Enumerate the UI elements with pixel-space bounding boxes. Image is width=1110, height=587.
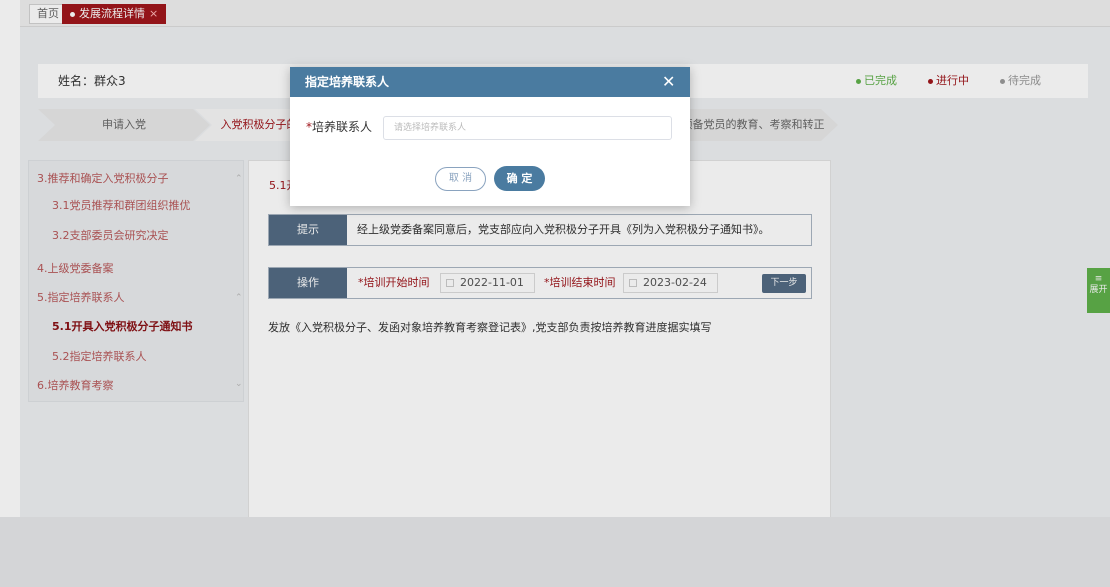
assign-contact-dialog: 指定培养联系人 ✕ *培养联系人 请选择培养联系人 取 消 确 定 xyxy=(290,67,690,206)
close-icon[interactable]: ✕ xyxy=(662,67,675,97)
confirm-button[interactable]: 确 定 xyxy=(494,166,545,191)
dialog-title: 指定培养联系人 xyxy=(305,75,390,89)
cancel-button[interactable]: 取 消 xyxy=(435,167,486,191)
contact-field-label: *培养联系人 xyxy=(306,118,372,135)
contact-select-input[interactable]: 请选择培养联系人 xyxy=(383,116,672,140)
dialog-header: 指定培养联系人 ✕ xyxy=(290,67,690,97)
contact-field-label-text: 培养联系人 xyxy=(312,120,373,134)
